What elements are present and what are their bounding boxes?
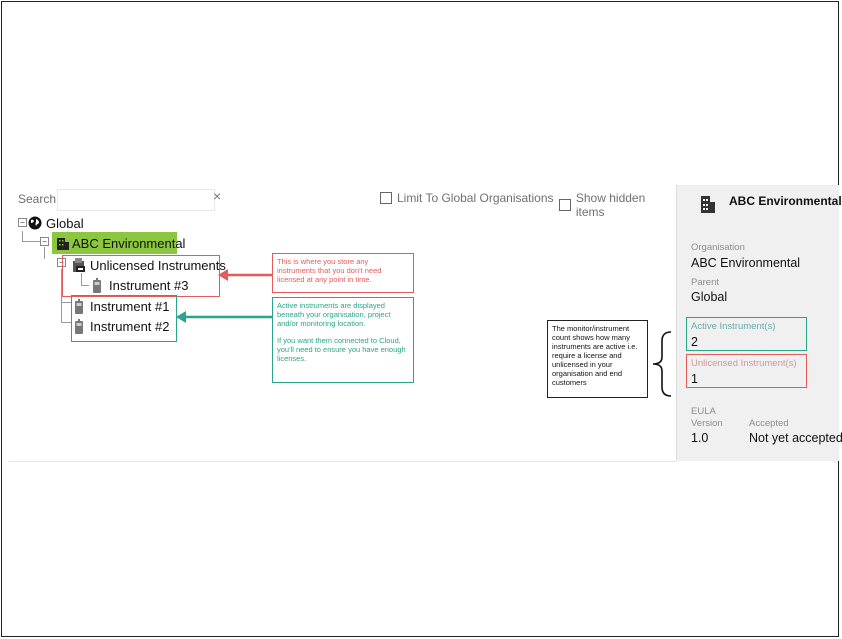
active-value: 2 — [691, 335, 698, 349]
unlicensed-label: Unlicensed Instruments — [90, 258, 226, 273]
panel-title: ABC Environmental — [729, 194, 842, 208]
details-panel: ABC Environmental Organisation ABC Envir… — [676, 185, 842, 461]
active-instruments-box: Active Instrument(s) 2 — [686, 317, 807, 351]
tree-pane: Search × Limit To Global Organisations S… — [9, 185, 683, 462]
annotation-active: Active instruments are displayed beneath… — [272, 297, 414, 383]
clear-search-icon[interactable]: × — [213, 188, 221, 204]
unlicensed-folder-icon — [73, 258, 85, 272]
search-input[interactable] — [57, 189, 215, 211]
unlicensed-instruments-box: Unlicensed Instrument(s) 1 — [686, 354, 807, 388]
instrument-3-label: Instrument #3 — [109, 278, 189, 293]
building-icon — [701, 196, 715, 213]
annotation-text: The monitor/instrument count shows how m… — [552, 324, 638, 387]
instrument-icon — [93, 278, 101, 293]
org-label: Organisation — [691, 242, 745, 253]
search-bar: Search × Limit To Global Organisations S… — [9, 185, 676, 219]
org-value: ABC Environmental — [691, 256, 801, 270]
collapse-toggle[interactable]: − — [18, 218, 27, 227]
checkbox-box[interactable] — [559, 199, 571, 211]
curly-brace — [652, 331, 672, 397]
unlicensed-count-value: 1 — [691, 372, 698, 386]
instrument-icon — [75, 319, 83, 334]
active-label: Active Instrument(s) — [691, 321, 776, 332]
limit-global-checkbox[interactable]: Limit To Global Organisations — [380, 191, 554, 205]
tree-line — [61, 302, 71, 303]
search-label: Search — [18, 192, 57, 206]
accepted-value: Not yet accepted — [749, 431, 842, 445]
tree-line — [61, 322, 71, 323]
globe-icon — [28, 216, 42, 230]
tree-line — [22, 231, 23, 241]
tree-line — [44, 247, 45, 259]
building-icon — [57, 238, 69, 250]
accepted-label: Accepted — [749, 418, 789, 429]
global-label: Global — [46, 216, 84, 231]
collapse-toggle[interactable]: − — [40, 237, 49, 246]
annotation-unlicensed: This is where you store any instruments … — [272, 253, 414, 293]
instrument-1-label: Instrument #1 — [90, 299, 170, 314]
show-hidden-checkbox[interactable]: Show hidden items — [559, 191, 676, 219]
abc-label: ABC Environmental — [72, 236, 186, 251]
show-hidden-label: Show hidden items — [575, 191, 646, 219]
green-arrow — [176, 311, 272, 323]
instrument-icon — [75, 299, 83, 314]
version-value: 1.0 — [691, 431, 709, 445]
unlicensed-count-label: Unlicensed Instrument(s) — [691, 358, 797, 369]
red-arrow — [218, 269, 273, 281]
parent-value: Global — [691, 290, 728, 304]
limit-global-label: Limit To Global Organisations — [397, 191, 554, 205]
parent-label: Parent — [691, 277, 719, 288]
version-label: Version — [691, 418, 723, 429]
instrument-2-label: Instrument #2 — [90, 319, 170, 334]
annotation-count: The monitor/instrument count shows how m… — [547, 320, 648, 398]
annotation-text: If you want them connected to Cloud, you… — [277, 336, 406, 363]
app-window: Search × Limit To Global Organisations S… — [9, 185, 842, 462]
checkbox-box[interactable] — [380, 192, 392, 204]
annotation-text: This is where you store any instruments … — [277, 257, 382, 284]
eula-label: EULA — [691, 406, 716, 417]
annotation-text: Active instruments are displayed beneath… — [277, 301, 391, 328]
